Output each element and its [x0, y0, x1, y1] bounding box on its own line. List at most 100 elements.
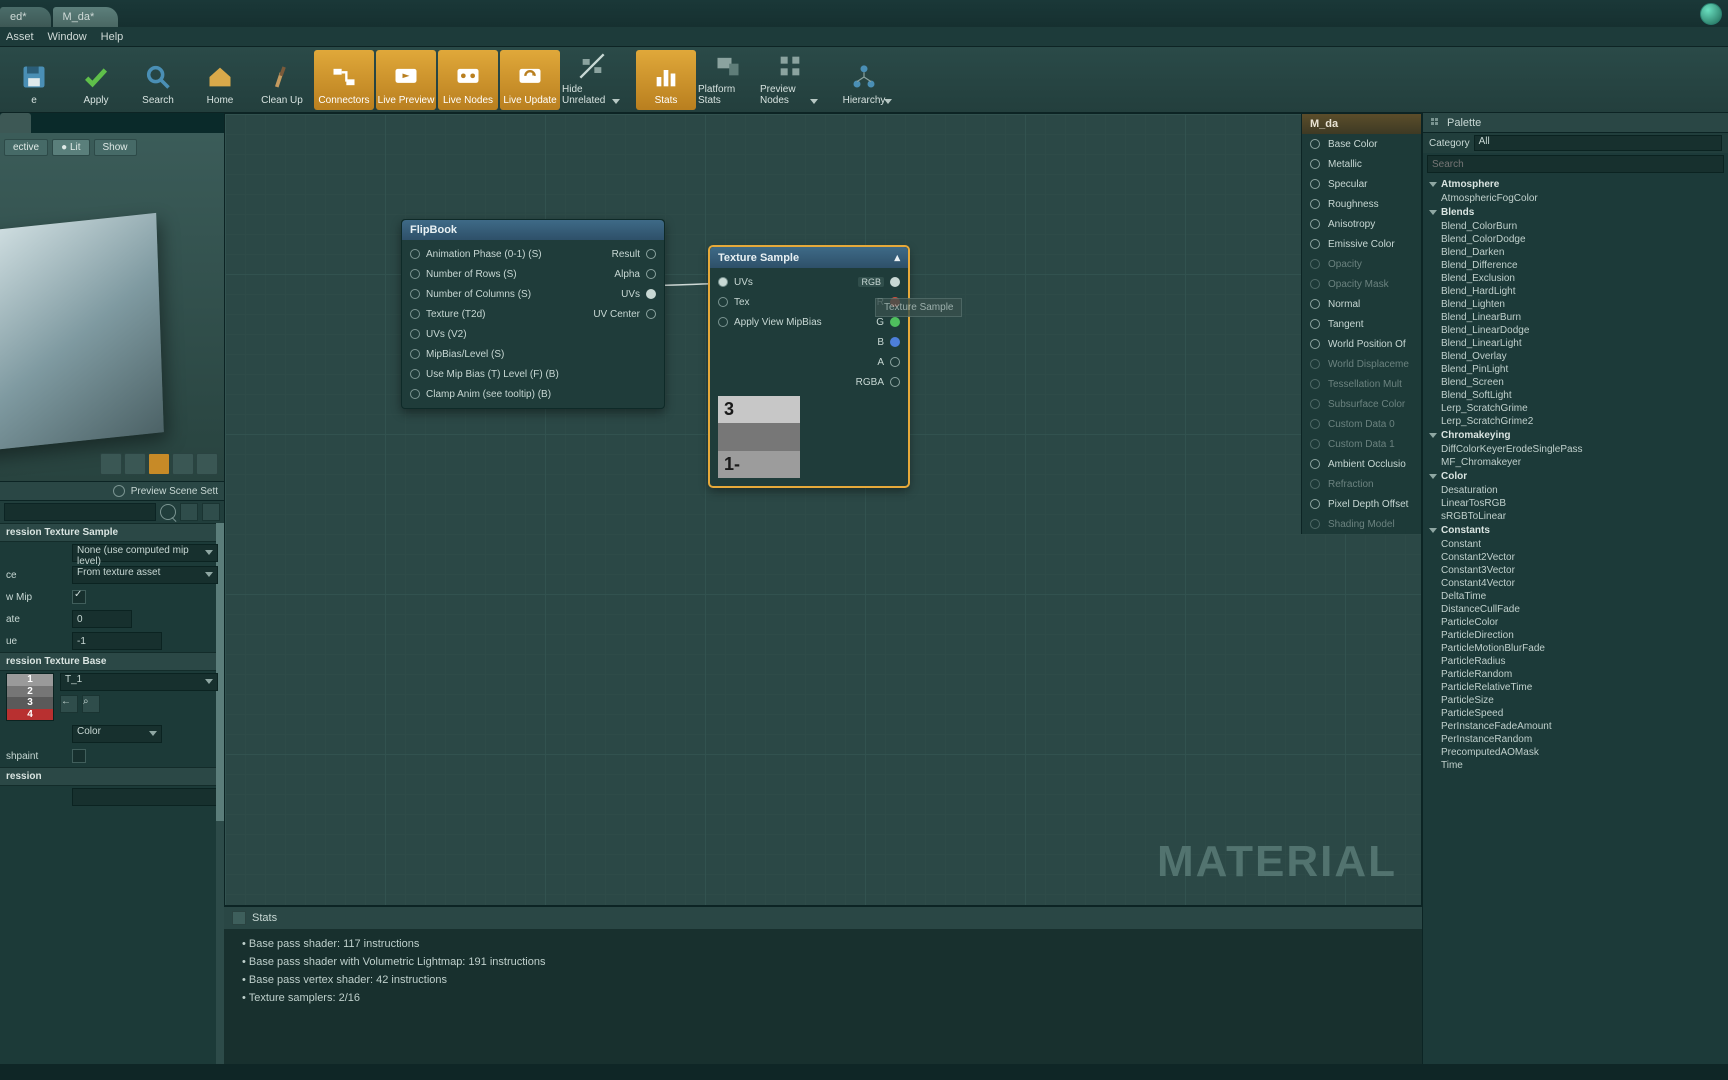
palette-item[interactable]: Desaturation: [1423, 484, 1728, 497]
palette-item[interactable]: Constant4Vector: [1423, 577, 1728, 590]
menu-window[interactable]: Window: [48, 31, 87, 43]
result-pin[interactable]: Roughness: [1302, 194, 1421, 214]
palette-item[interactable]: Blend_ColorDodge: [1423, 233, 1728, 246]
palette-item[interactable]: Blend_HardLight: [1423, 285, 1728, 298]
apply-button[interactable]: Apply: [66, 50, 126, 110]
palette-category-dropdown[interactable]: All: [1474, 135, 1722, 151]
result-pin[interactable]: Subsurface Color: [1302, 394, 1421, 414]
texture-asset-dropdown[interactable]: T_1: [60, 673, 218, 691]
details-section-texture-base[interactable]: ression Texture Base: [0, 652, 224, 671]
shpaint-checkbox[interactable]: [72, 749, 86, 763]
search-icon[interactable]: [160, 504, 176, 520]
ue-input[interactable]: [72, 632, 162, 650]
sampler-type-dropdown[interactable]: Color: [72, 725, 162, 743]
platform-stats-button[interactable]: Platform Stats: [698, 50, 758, 110]
palette-item[interactable]: Blend_LinearLight: [1423, 337, 1728, 350]
palette-item[interactable]: Blend_PinLight: [1423, 363, 1728, 376]
rate-input[interactable]: [72, 610, 132, 628]
hide-unrelated-button[interactable]: Hide Unrelated: [562, 50, 622, 110]
result-pin[interactable]: Pixel Depth Offset: [1302, 494, 1421, 514]
live-nodes-toggle[interactable]: Live Nodes: [438, 50, 498, 110]
material-result-node[interactable]: M_da Base ColorMetallicSpecularRoughness…: [1301, 114, 1421, 534]
palette-item[interactable]: Blend_Darken: [1423, 246, 1728, 259]
cleanup-button[interactable]: Clean Up: [252, 50, 312, 110]
result-pin[interactable]: Anisotropy: [1302, 214, 1421, 234]
hierarchy-button[interactable]: Hierarchy: [834, 50, 894, 110]
viewport-lit-dropdown[interactable]: ● Lit: [52, 139, 89, 156]
palette-item[interactable]: Blend_Lighten: [1423, 298, 1728, 311]
palette-item[interactable]: Constant3Vector: [1423, 564, 1728, 577]
palette-category[interactable]: Color: [1423, 469, 1728, 484]
sampler-source-dropdown[interactable]: From texture asset: [72, 566, 218, 584]
palette-item[interactable]: ParticleColor: [1423, 616, 1728, 629]
result-pin[interactable]: Tangent: [1302, 314, 1421, 334]
palette-item[interactable]: Constant2Vector: [1423, 551, 1728, 564]
palette-category[interactable]: Chromakeying: [1423, 428, 1728, 443]
viewport-shape-plane-icon[interactable]: [148, 453, 170, 475]
editor-tab[interactable]: ed*: [0, 7, 51, 27]
ue-logo-icon[interactable]: [1700, 3, 1722, 25]
palette-item[interactable]: Blend_Difference: [1423, 259, 1728, 272]
preview-nodes-button[interactable]: Preview Nodes: [760, 50, 820, 110]
palette-item[interactable]: Blend_LinearBurn: [1423, 311, 1728, 324]
palette-item[interactable]: PerInstanceRandom: [1423, 733, 1728, 746]
details-section-expression[interactable]: ression: [0, 767, 224, 786]
palette-item[interactable]: Constant: [1423, 538, 1728, 551]
palette-category[interactable]: Constants: [1423, 523, 1728, 538]
result-pin[interactable]: Ambient Occlusio: [1302, 454, 1421, 474]
menu-asset[interactable]: Asset: [6, 31, 34, 43]
palette-grip-icon[interactable]: [1431, 118, 1441, 128]
palette-item[interactable]: ParticleRelativeTime: [1423, 681, 1728, 694]
preview-scene-gear-icon[interactable]: [113, 485, 125, 497]
menu-help[interactable]: Help: [101, 31, 124, 43]
mip-value-dropdown[interactable]: None (use computed mip level): [72, 544, 218, 562]
save-button[interactable]: e: [4, 50, 64, 110]
palette-item[interactable]: Blend_ColorBurn: [1423, 220, 1728, 233]
live-update-toggle[interactable]: Live Update: [500, 50, 560, 110]
palette-category[interactable]: Blends: [1423, 205, 1728, 220]
connectors-toggle[interactable]: Connectors: [314, 50, 374, 110]
palette-item[interactable]: sRGBToLinear: [1423, 510, 1728, 523]
palette-item[interactable]: DeltaTime: [1423, 590, 1728, 603]
details-scrollbar[interactable]: [216, 523, 224, 1064]
3d-viewport[interactable]: ective ● Lit Show: [0, 133, 224, 481]
details-view-toggle[interactable]: [180, 503, 198, 521]
result-pin[interactable]: Metallic: [1302, 154, 1421, 174]
palette-item[interactable]: AtmosphericFogColor: [1423, 192, 1728, 205]
result-pin[interactable]: Shading Model: [1302, 514, 1421, 534]
viewport-shape-custom-icon[interactable]: [196, 453, 218, 475]
view-mip-checkbox[interactable]: [72, 590, 86, 604]
palette-item[interactable]: ParticleRadius: [1423, 655, 1728, 668]
result-pin[interactable]: Base Color: [1302, 134, 1421, 154]
palette-item[interactable]: Blend_LinearDodge: [1423, 324, 1728, 337]
details-search-input[interactable]: [4, 503, 156, 521]
texture-browse-icon[interactable]: ←: [60, 695, 78, 713]
stats-toggle[interactable]: Stats: [636, 50, 696, 110]
palette-item[interactable]: Blend_Screen: [1423, 376, 1728, 389]
viewport-shape-cube-icon[interactable]: [172, 453, 194, 475]
palette-item[interactable]: Blend_Exclusion: [1423, 272, 1728, 285]
palette-item[interactable]: Blend_SoftLight: [1423, 389, 1728, 402]
result-pin[interactable]: Opacity Mask: [1302, 274, 1421, 294]
home-button[interactable]: Home: [190, 50, 250, 110]
palette-item[interactable]: LinearTosRGB: [1423, 497, 1728, 510]
result-pin[interactable]: Tessellation Mult: [1302, 374, 1421, 394]
palette-item[interactable]: PerInstanceFadeAmount: [1423, 720, 1728, 733]
result-pin[interactable]: World Position Of: [1302, 334, 1421, 354]
palette-item[interactable]: DiffColorKeyerErodeSinglePass: [1423, 443, 1728, 456]
material-graph[interactable]: Zoom 1:1 MATERIAL FlipBook Animation Pha…: [224, 113, 1422, 906]
result-pin[interactable]: Opacity: [1302, 254, 1421, 274]
palette-item[interactable]: MF_Chromakeyer: [1423, 456, 1728, 469]
palette-item[interactable]: ParticleDirection: [1423, 629, 1728, 642]
result-pin[interactable]: Specular: [1302, 174, 1421, 194]
palette-item[interactable]: Lerp_ScratchGrime2: [1423, 415, 1728, 428]
palette-item[interactable]: PrecomputedAOMask: [1423, 746, 1728, 759]
palette-item[interactable]: ParticleMotionBlurFade: [1423, 642, 1728, 655]
desc-input[interactable]: [72, 788, 218, 806]
result-pin[interactable]: Custom Data 0: [1302, 414, 1421, 434]
palette-item[interactable]: ParticleRandom: [1423, 668, 1728, 681]
viewport-perspective-dropdown[interactable]: ective: [4, 139, 48, 156]
result-pin[interactable]: Normal: [1302, 294, 1421, 314]
search-button[interactable]: Search: [128, 50, 188, 110]
viewport-shape-cylinder-icon[interactable]: [100, 453, 122, 475]
